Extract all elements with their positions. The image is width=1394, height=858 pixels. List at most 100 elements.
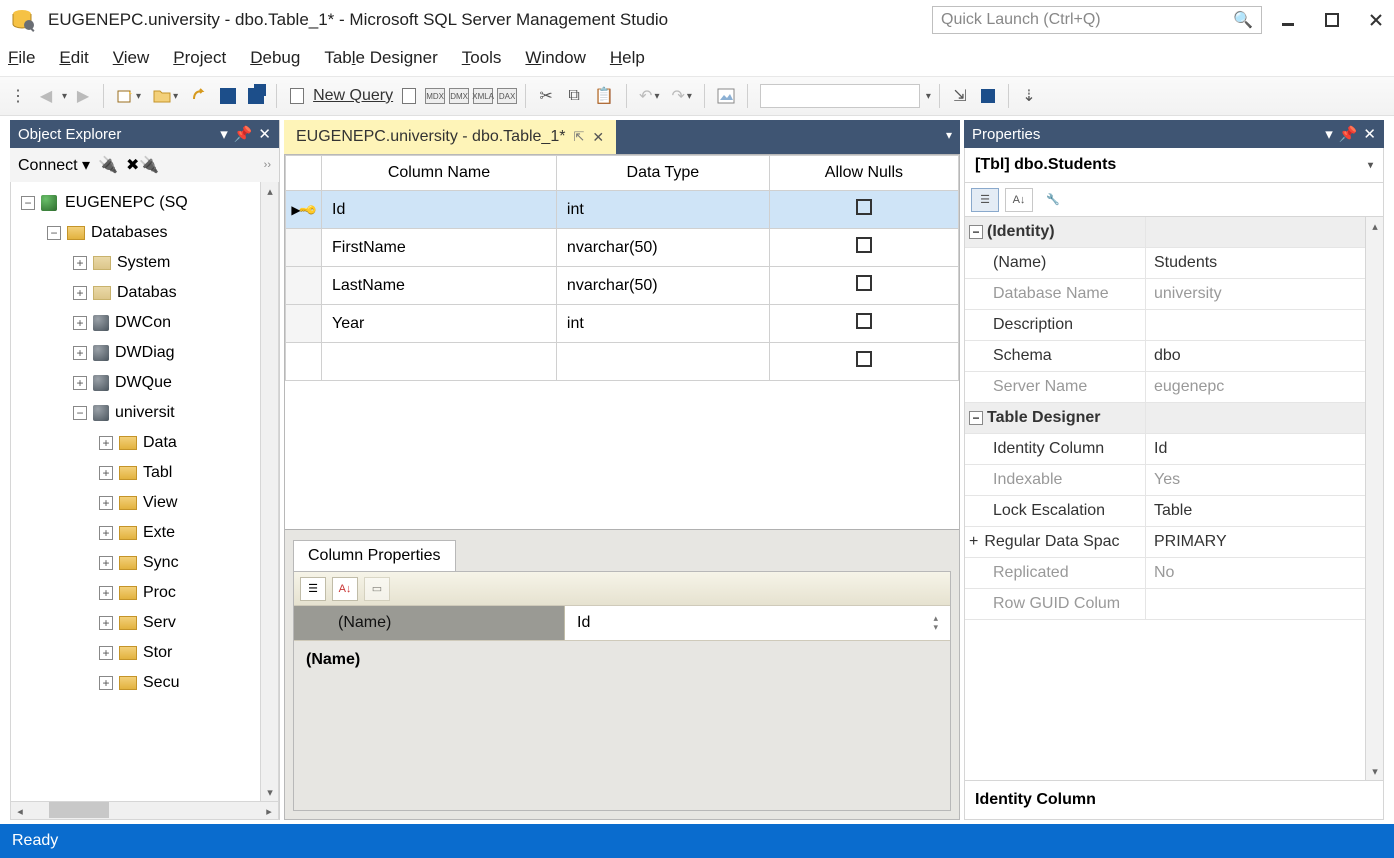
scroll-right-icon[interactable]: ▸ <box>260 802 278 820</box>
pin-icon[interactable]: 📌 <box>1339 125 1358 143</box>
categorized-button[interactable]: ☰ <box>300 577 326 601</box>
save-button[interactable] <box>216 82 240 110</box>
panel-menu-icon[interactable]: ▾ <box>220 125 228 143</box>
column-name-cell[interactable]: Year <box>322 305 557 343</box>
pin-icon[interactable]: 📌 <box>234 125 253 143</box>
tree-folder-node[interactable]: +Tabl <box>11 458 278 488</box>
row-header[interactable] <box>286 229 322 267</box>
column-row[interactable]: ▶🔑Idint <box>286 191 959 229</box>
column-name-cell[interactable]: Id <box>322 191 557 229</box>
expand-icon[interactable]: + <box>99 586 113 600</box>
copy-button[interactable]: ⧉ <box>562 82 586 110</box>
plug-icon[interactable]: 🔌 <box>98 155 118 175</box>
collapse-icon[interactable]: − <box>47 226 61 240</box>
menu-table-designer[interactable]: Table Designer <box>324 48 437 68</box>
tree-folder-node[interactable]: +Secu <box>11 668 278 698</box>
checkbox-icon[interactable] <box>856 275 872 291</box>
close-icon[interactable]: ✕ <box>592 129 604 146</box>
step-icon-3[interactable]: ⇣ <box>1017 82 1041 110</box>
menu-file[interactable]: File <box>8 48 35 68</box>
step-icon-1[interactable]: ⇲ <box>948 82 972 110</box>
checkbox-icon[interactable] <box>856 313 872 329</box>
expand-icon[interactable]: − <box>73 406 87 420</box>
categorized-button[interactable]: ☰ <box>971 188 999 212</box>
column-row-new[interactable] <box>286 343 959 381</box>
new-query-icon[interactable] <box>285 82 309 110</box>
maximize-button[interactable] <box>1322 10 1342 30</box>
column-type-cell[interactable]: nvarchar(50) <box>556 229 769 267</box>
combo-input[interactable] <box>760 84 920 108</box>
expand-icon[interactable]: + <box>99 556 113 570</box>
column-row[interactable]: LastNamenvarchar(50) <box>286 267 959 305</box>
properties-scrollbar[interactable]: ▴ ▾ <box>1365 217 1383 780</box>
checkbox-icon[interactable] <box>856 199 872 215</box>
column-row[interactable]: Yearint <box>286 305 959 343</box>
scroll-up-icon[interactable]: ▴ <box>1366 217 1384 235</box>
expand-icon[interactable]: + <box>99 676 113 690</box>
tree-folder-node[interactable]: +Sync <box>11 548 278 578</box>
tree-server-node[interactable]: − EUGENEPC (SQ <box>11 188 278 218</box>
expand-icon[interactable]: + <box>73 376 87 390</box>
nav-back-button[interactable]: ◀ <box>34 82 58 110</box>
expand-icon[interactable]: + <box>99 646 113 660</box>
properties-grid[interactable]: −(Identity) (Name)Students Database Name… <box>964 217 1384 781</box>
column-name-cell[interactable]: LastName <box>322 267 557 305</box>
scroll-down-icon[interactable]: ▾ <box>1366 762 1384 780</box>
column-row[interactable]: FirstNamenvarchar(50) <box>286 229 959 267</box>
col-header-type[interactable]: Data Type <box>556 156 769 191</box>
new-query-button[interactable]: New Query <box>313 87 393 105</box>
connect-button[interactable]: Connect ▾ <box>18 155 90 175</box>
tree-folder-node[interactable]: +Exte <box>11 518 278 548</box>
expand-icon[interactable]: + <box>73 346 87 360</box>
collapse-icon[interactable]: − <box>21 196 35 210</box>
save-all-button[interactable] <box>244 82 268 110</box>
close-icon[interactable]: ✕ <box>258 125 271 143</box>
dmx-button[interactable]: DMX <box>449 88 469 104</box>
tree-db-node[interactable]: +DWCon <box>11 308 278 338</box>
menu-tools[interactable]: Tools <box>462 48 502 68</box>
col-header-name[interactable]: Column Name <box>322 156 557 191</box>
pin-icon[interactable]: ⇱ <box>573 129 584 145</box>
open-button[interactable]: ▾ <box>149 82 182 110</box>
new-project-button[interactable]: ▾ <box>112 82 145 110</box>
expand-icon[interactable]: + <box>99 466 113 480</box>
paste-button[interactable]: 📋 <box>590 82 618 110</box>
chevron-down-icon[interactable]: ▾ <box>926 91 931 102</box>
mdx-button[interactable]: MDX <box>425 88 445 104</box>
grid-empty-area[interactable] <box>285 381 959 529</box>
unknown-arrow-button[interactable] <box>186 82 212 110</box>
alphabetical-button[interactable]: A↓ <box>332 577 358 601</box>
cut-button[interactable]: ✂ <box>534 82 558 110</box>
tree-vertical-scrollbar[interactable]: ▴ ▾ <box>260 182 278 801</box>
overflow-icon[interactable]: ›› <box>264 159 271 171</box>
expand-icon[interactable]: + <box>73 316 87 330</box>
column-type-cell[interactable]: int <box>556 305 769 343</box>
row-header[interactable]: ▶🔑 <box>286 191 322 229</box>
tree-folder-node[interactable]: +Serv <box>11 608 278 638</box>
wrench-icon[interactable]: 🔧 <box>1039 188 1067 212</box>
row-header[interactable] <box>286 267 322 305</box>
column-property-value[interactable]: Id <box>577 614 590 632</box>
tree-folder-node[interactable]: +Stor <box>11 638 278 668</box>
tree-folder-node[interactable]: +Data <box>11 428 278 458</box>
column-property-row[interactable]: (Name) Id ▴▾ <box>294 606 950 640</box>
image-button[interactable] <box>713 82 739 110</box>
column-type-cell[interactable]: nvarchar(50) <box>556 267 769 305</box>
dax-button[interactable]: DAX <box>497 88 517 104</box>
quick-launch-input[interactable]: Quick Launch (Ctrl+Q) 🔍 <box>932 6 1262 34</box>
scroll-thumb[interactable] <box>49 802 109 818</box>
tree-db-node[interactable]: +DWDiag <box>11 338 278 368</box>
unplug-icon[interactable]: ✖🔌 <box>126 155 159 175</box>
xmla-button[interactable]: XMLA <box>473 88 493 104</box>
tree-folder-node[interactable]: +View <box>11 488 278 518</box>
expand-icon[interactable]: + <box>73 286 87 300</box>
step-icon-2[interactable] <box>976 82 1000 110</box>
collapse-icon[interactable]: − <box>969 225 983 239</box>
scroll-up-icon[interactable]: ▴ <box>261 182 279 200</box>
scroll-down-icon[interactable]: ▾ <box>261 783 279 801</box>
tree-db-node[interactable]: +System <box>11 248 278 278</box>
checkbox-icon[interactable] <box>856 351 872 367</box>
tree-folder-node[interactable]: +Proc <box>11 578 278 608</box>
undo-button[interactable]: ↶▾ <box>635 82 663 110</box>
allow-nulls-cell[interactable] <box>769 191 958 229</box>
